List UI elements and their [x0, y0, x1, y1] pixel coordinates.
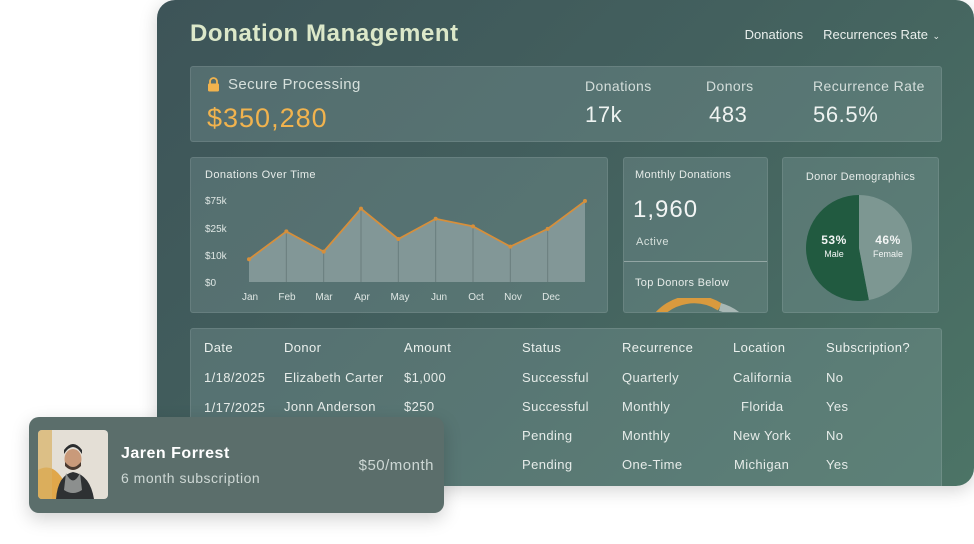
arc-grey	[718, 303, 739, 312]
donations-over-time-chart: Donations Over Time $0 $10k $25k $75k Jan Feb…	[190, 157, 608, 313]
stat-donations: Donations 17k	[585, 78, 652, 128]
donor-demographics-card: Donor Demographics 53% Male 46% Female	[782, 157, 939, 313]
monthly-active-label: Active	[636, 236, 669, 248]
secure-processing: Secure Processing	[207, 76, 361, 93]
table-cell: Yes	[826, 399, 849, 414]
table-cell: New York	[733, 428, 792, 443]
stat-value: 17k	[585, 102, 623, 127]
stat-label: Donations	[585, 78, 652, 94]
donor-photo	[38, 430, 108, 499]
dashboard-window: Donation Management Donations Recurrence…	[157, 0, 974, 486]
table-cell: Successful	[522, 399, 589, 414]
pie-label-male: 53% Male	[811, 233, 857, 259]
stat-donors: Donors 483	[706, 78, 754, 128]
col-header-status[interactable]: Status	[522, 340, 561, 355]
col-header-amount[interactable]: Amount	[404, 340, 451, 355]
monthly-donations-card: Monthly Donations 1,960 Active Top Donor…	[623, 157, 768, 313]
table-cell: Quarterly	[622, 370, 680, 385]
stat-value: 483	[709, 102, 748, 127]
divider	[624, 261, 767, 262]
data-point	[471, 224, 475, 229]
data-point	[284, 229, 289, 234]
x-tick-label: Jun	[431, 292, 447, 303]
monthly-value: 1,960	[633, 196, 699, 223]
table-cell: One-Time	[622, 457, 683, 472]
featured-donor-card[interactable]: Jaren Forrest 6 month subscription $50/m…	[29, 417, 444, 513]
data-point	[247, 257, 251, 262]
y-tick-label: $10k	[205, 251, 228, 262]
table-cell: Pending	[522, 428, 573, 443]
table-cell: Yes	[826, 457, 849, 472]
table-cell: No	[826, 428, 844, 443]
x-tick-label: Feb	[278, 292, 296, 303]
male-label: Male	[824, 249, 844, 259]
donor-subscription: 6 month subscription	[121, 470, 261, 486]
col-header-donor[interactable]: Donor	[284, 340, 321, 355]
stat-label: Recurrence Rate	[813, 78, 925, 94]
x-tick-label: Nov	[504, 292, 522, 303]
female-label: Female	[872, 249, 903, 259]
data-point	[508, 244, 513, 249]
top-donors-arc	[655, 298, 739, 312]
lock-icon	[208, 77, 219, 92]
stat-label: Donors	[706, 78, 754, 94]
table-cell: No	[826, 370, 844, 385]
donor-name: Jaren Forrest	[121, 445, 230, 462]
x-tick-label: Apr	[354, 292, 370, 303]
y-tick-label: $25k	[205, 224, 228, 235]
stat-recurrence-rate: Recurrence Rate 56.5%	[813, 78, 925, 128]
table-cell: Monthly	[622, 428, 671, 443]
total-amount: $350,280	[207, 103, 328, 133]
data-point	[321, 249, 326, 254]
y-tick-label: $0	[205, 278, 217, 289]
nav-donations[interactable]: Donations	[745, 27, 804, 42]
data-point	[359, 206, 363, 211]
x-tick-label: May	[391, 292, 410, 303]
table-cell: 1/17/2025	[204, 400, 266, 415]
col-header-subscription[interactable]: Subscription?	[826, 340, 910, 355]
nav-recurrences-label: Recurrences Rate	[823, 27, 928, 42]
male-pct: 53%	[821, 233, 847, 247]
x-tick-label: Mar	[315, 292, 333, 303]
secure-label: Secure Processing	[228, 76, 361, 93]
table-cell: Successful	[522, 370, 589, 385]
monthly-title: Monthly Donations	[635, 169, 732, 181]
arc-orange	[655, 298, 723, 312]
col-header-date[interactable]: Date	[204, 340, 233, 355]
table-cell: Michigan	[734, 457, 790, 472]
y-tick-label: $75k	[205, 196, 228, 207]
avatar	[38, 430, 108, 499]
col-header-location[interactable]: Location	[733, 340, 785, 355]
table-cell: Pending	[522, 457, 573, 472]
x-tick-label: Jan	[242, 292, 258, 303]
donor-amount: $50/month	[358, 457, 434, 474]
table-cell: California	[733, 370, 792, 385]
table-cell: Jonn Anderson	[284, 399, 376, 414]
data-point	[583, 199, 587, 204]
demographics-title: Donor Demographics	[805, 171, 916, 183]
area-chart-svg: $0 $10k $25k $75k Jan Feb Mar Apr May Jun Oct Nov De…	[205, 196, 587, 303]
stat-value: 56.5%	[813, 102, 879, 127]
x-tick-label: Oct	[468, 292, 484, 303]
col-header-recurrence[interactable]: Recurrence	[622, 340, 693, 355]
female-pct: 46%	[875, 233, 901, 247]
top-donors-label: Top Donors Below	[635, 277, 730, 289]
top-nav: Donations Recurrences Rate ⌄	[745, 27, 940, 42]
table-cell: $250	[404, 399, 435, 414]
chevron-down-icon: ⌄	[929, 31, 940, 41]
summary-card: Secure Processing $350,280 Donations 17k…	[190, 66, 942, 142]
nav-recurrences-rate[interactable]: Recurrences Rate ⌄	[823, 27, 940, 42]
table-cell: $1,000	[404, 370, 447, 385]
x-tick-label: Dec	[542, 292, 560, 303]
pie-label-female: 46% Female	[865, 233, 911, 259]
page-title: Donation Management	[190, 20, 459, 47]
data-point	[433, 216, 438, 221]
data-point	[545, 226, 550, 231]
area-fill	[249, 201, 585, 282]
table-cell: Monthly	[622, 399, 671, 414]
table-cell: 1/18/2025	[204, 370, 266, 385]
data-point	[396, 237, 401, 241]
table-cell: Florida	[741, 399, 784, 414]
table-cell: Elizabeth Carter	[284, 370, 384, 385]
